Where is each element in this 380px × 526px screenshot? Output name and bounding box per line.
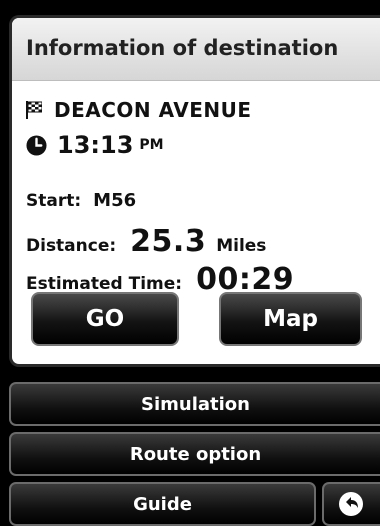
back-button[interactable]: [322, 482, 380, 526]
distance-label: Distance:: [26, 236, 117, 256]
start-row: Start: M56: [26, 190, 136, 211]
start-label: Start:: [26, 191, 82, 211]
destination-row: DEACON AVENUE: [26, 96, 252, 124]
distance-row: Distance: 25.3 Miles: [26, 224, 266, 259]
start-value: M56: [93, 190, 137, 211]
distance-value: 25.3: [130, 224, 207, 259]
go-button[interactable]: GO: [31, 292, 179, 346]
back-arrow-icon: [339, 492, 363, 516]
arrival-time: 13:13: [57, 131, 134, 159]
estimated-time-label: Estimated Time:: [26, 274, 183, 294]
arrival-time-row: 13:13 PM: [26, 130, 164, 160]
checkered-flag-icon: [26, 101, 42, 119]
destination-name: DEACON AVENUE: [54, 98, 252, 122]
distance-unit: Miles: [216, 236, 267, 256]
guide-button[interactable]: Guide: [9, 482, 316, 526]
map-button[interactable]: Map: [219, 292, 362, 346]
clock-icon: [26, 134, 47, 156]
arrival-ampm: PM: [139, 137, 164, 153]
route-option-button[interactable]: Route option: [9, 432, 380, 476]
simulation-button[interactable]: Simulation: [9, 382, 380, 426]
page-title: Information of destination: [26, 36, 339, 60]
panel-header: Information of destination: [12, 18, 380, 81]
